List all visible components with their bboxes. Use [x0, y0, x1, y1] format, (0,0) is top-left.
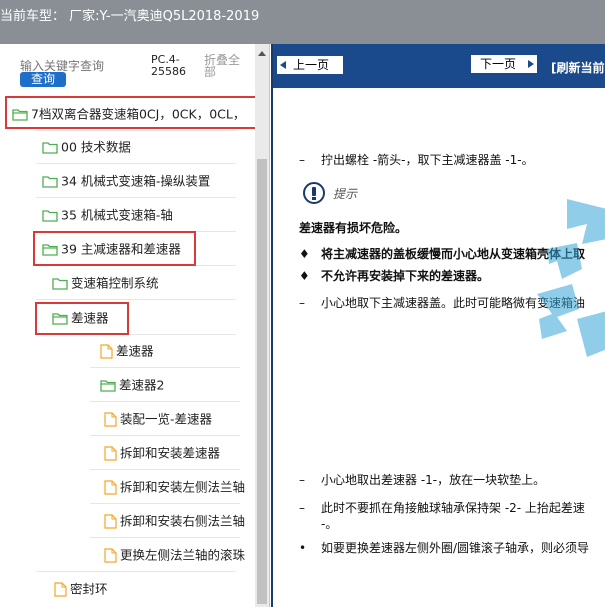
tree-separator	[36, 197, 236, 198]
tree-item-transmission-control[interactable]: 变速箱控制系统	[52, 273, 242, 293]
document-icon	[104, 548, 117, 563]
folder-open-icon	[100, 380, 116, 392]
step-remove-differential: – 小心地取出差速器 -1-，放在一块软垫上。	[299, 473, 546, 487]
tree-separator	[90, 537, 240, 538]
warning-title: 差速器有损坏危险。	[299, 221, 408, 235]
title-bar: 当前车型： 厂家:Y-一汽奥迪Q5L2018-2019	[0, 0, 605, 44]
warning-bullet-2: ♦ 不允许再安装掉下来的差速器。	[299, 269, 490, 283]
document-icon	[104, 514, 117, 529]
document-icon	[104, 480, 117, 495]
note-label: 提示	[333, 187, 358, 201]
tree-separator	[36, 130, 236, 131]
tree-item-differential-doc[interactable]: 差速器	[100, 341, 240, 361]
collapse-all-button[interactable]: 折叠全部	[204, 54, 244, 78]
tree-separator	[90, 435, 240, 436]
tree-item-right-flange-shaft[interactable]: 拆卸和安装右侧法兰轴	[104, 511, 252, 531]
highlight-box-transmission	[5, 96, 258, 129]
folder-icon	[52, 278, 68, 290]
tree-item-operating-device[interactable]: 34 机械式变速箱-操纵装置	[42, 171, 252, 191]
tree-separator	[90, 503, 240, 504]
step-do-not-lift: – 此时不要抓在角接触球轴承保持架 -2- 上抬起差速	[299, 501, 585, 515]
search-button[interactable]: 查询	[20, 72, 66, 87]
step-do-not-lift-cont: -。	[321, 517, 338, 531]
folder-icon	[42, 176, 58, 188]
document-icon	[100, 344, 113, 359]
document-icon	[104, 446, 117, 461]
tree-separator	[90, 469, 240, 470]
scrollbar-thumb[interactable]	[257, 159, 267, 604]
bullet-replace-bearing: • 如要更换差速器左侧外圈/圆锥滚子轴承，则必须导	[299, 541, 590, 555]
tree-item-replace-left-bearing[interactable]: 更换左侧法兰轴的滚珠	[104, 545, 252, 565]
document-panel: 上一页 下一页 [刷新当前 – 拧出螺栓 -箭头-，取下主减速器盖 -1-。 提示…	[271, 44, 605, 607]
tree-item-seal-ring[interactable]: 密封环	[54, 579, 174, 599]
tree-item-technical-data[interactable]: 00 技术数据	[42, 137, 242, 157]
highlight-box-final-drive	[33, 231, 196, 266]
tree-item-remove-install-differential[interactable]: 拆卸和安装差速器	[104, 443, 244, 463]
tree-item-differential-2[interactable]: 差速器2	[100, 375, 240, 395]
highlight-box-differential	[35, 302, 129, 335]
tree-separator	[36, 571, 236, 572]
step-remove-bolts: – 拧出螺栓 -箭头-，取下主减速器盖 -1-。	[299, 153, 534, 167]
arrow-left-icon	[280, 61, 286, 69]
watermark-graphic	[537, 199, 605, 357]
document-icon	[104, 412, 117, 427]
document-icon	[54, 582, 67, 597]
current-car-type: 当前车型： 厂家:Y-一汽奥迪Q5L2018-2019	[0, 9, 260, 24]
pc-number: PC.4-25586	[151, 53, 186, 78]
tree-item-shafts[interactable]: 35 机械式变速箱-轴	[42, 205, 252, 225]
tree-item-assembly-overview[interactable]: 装配一览-差速器	[104, 409, 244, 429]
tree-separator	[90, 401, 240, 402]
folder-icon	[42, 210, 58, 222]
info-icon	[303, 182, 325, 204]
tree-separator	[36, 163, 236, 164]
tree-item-left-flange-shaft[interactable]: 拆卸和安装左侧法兰轴	[104, 477, 252, 497]
tree-panel: 查询 PC.4-25586 折叠全部 7档双离合器变速箱0CJ，0CK，0CL，…	[0, 44, 270, 607]
tree-scrollbar[interactable]	[255, 44, 269, 607]
scroll-up-arrow-icon[interactable]	[258, 51, 266, 56]
folder-icon	[42, 142, 58, 154]
tree-separator	[90, 367, 240, 368]
search-bar: 查询 PC.4-25586 折叠全部	[0, 44, 255, 94]
tree-separator	[36, 299, 236, 300]
